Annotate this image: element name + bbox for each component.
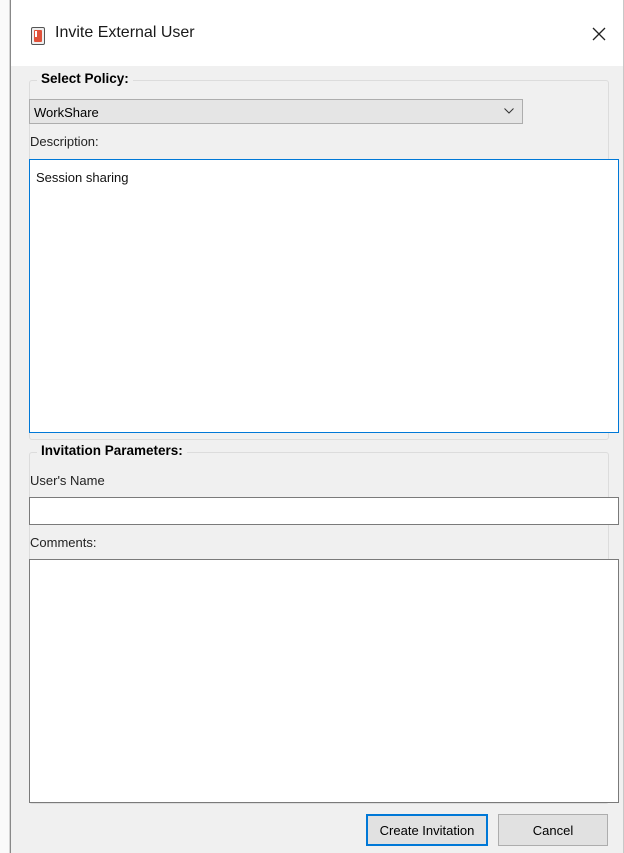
app-icon	[31, 27, 45, 45]
dialog-title: Invite External User	[55, 24, 195, 41]
description-textarea[interactable]: Session sharing	[29, 159, 619, 433]
users-name-input[interactable]	[29, 497, 619, 525]
close-button[interactable]	[581, 18, 617, 50]
description-text: Session sharing	[36, 170, 129, 185]
description-label: Description:	[30, 134, 99, 149]
select-policy-heading: Select Policy:	[37, 71, 133, 86]
policy-select[interactable]: WorkShare	[29, 99, 523, 124]
background-window-edge	[0, 0, 10, 853]
comments-label: Comments:	[30, 535, 97, 550]
invitation-parameters-heading: Invitation Parameters:	[37, 443, 187, 458]
create-invitation-button[interactable]: Create Invitation	[366, 814, 488, 846]
users-name-label: User's Name	[30, 473, 105, 488]
title-bar: Invite External User	[11, 0, 623, 66]
comments-textarea[interactable]	[29, 559, 619, 803]
cancel-button[interactable]: Cancel	[498, 814, 608, 846]
policy-select-value: WorkShare	[34, 105, 99, 120]
invite-external-user-dialog: Invite External User Select Policy: Work…	[10, 0, 624, 853]
chevron-down-icon	[504, 108, 514, 114]
close-icon	[592, 27, 606, 41]
